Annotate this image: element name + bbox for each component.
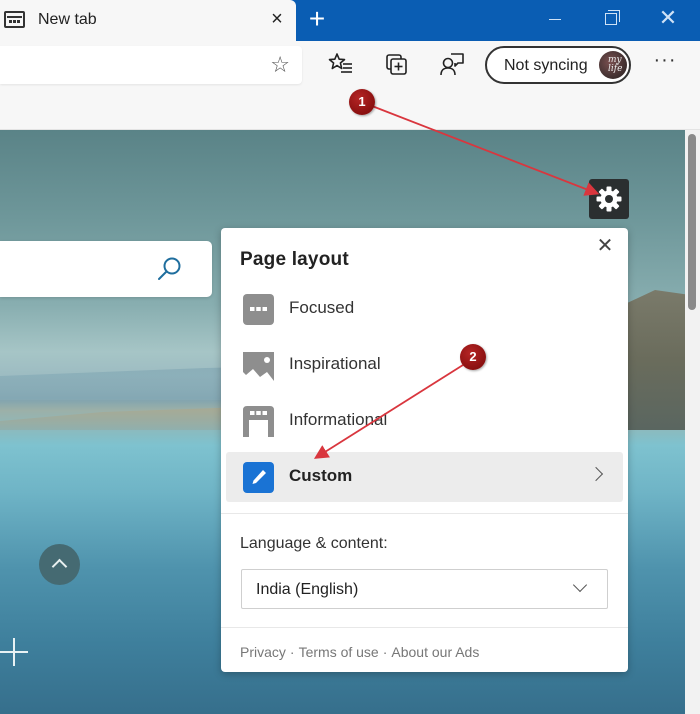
web-search-input[interactable] [0, 241, 212, 297]
chevron-right-icon [588, 466, 604, 482]
address-bar[interactable]: ☆ [0, 46, 302, 84]
informational-layout-icon [243, 406, 274, 437]
minimize-button[interactable] [532, 0, 578, 36]
add-favorite-icon[interactable]: ☆ [270, 52, 290, 78]
more-options-button[interactable]: ··· [650, 50, 680, 77]
layout-option-informational[interactable]: Informational [226, 396, 623, 446]
favorites-icon [328, 53, 352, 73]
feedback-button[interactable] [439, 51, 465, 77]
divider [221, 513, 628, 514]
chevron-down-icon [572, 577, 588, 593]
about-ads-link[interactable]: About our Ads [391, 644, 479, 660]
window-close-button[interactable]: ✕ [645, 0, 691, 36]
layout-option-label: Inspirational [289, 354, 381, 373]
title-bar: New tab × + ✕ [0, 0, 700, 41]
add-shortcut-button[interactable] [0, 638, 30, 668]
tab-title: New tab [38, 11, 97, 28]
browser-window: New tab × + ✕ ☆ Not syncing my life ··· … [0, 0, 700, 714]
panel-title: Page layout [240, 249, 349, 270]
sync-status-label: Not syncing [504, 57, 588, 74]
language-content-label: Language & content: [240, 535, 388, 552]
gear-icon [596, 186, 622, 212]
layout-option-label: Custom [289, 466, 353, 485]
layout-option-label: Informational [289, 410, 388, 429]
layout-option-custom[interactable]: Custom [226, 452, 623, 502]
tab-new-tab[interactable]: New tab × [0, 0, 296, 41]
focused-layout-icon [243, 294, 274, 325]
new-tab-button[interactable]: + [303, 4, 331, 36]
separator: · [382, 644, 388, 660]
search-icon[interactable] [155, 255, 183, 283]
avatar: my life [599, 51, 627, 79]
collections-button[interactable] [384, 51, 410, 77]
panel-close-button[interactable]: ✕ [594, 235, 616, 257]
pencil-icon [243, 462, 274, 493]
restore-icon [605, 10, 620, 26]
footer-links: Privacy · Terms of use · About our Ads [240, 644, 479, 660]
background-island [625, 290, 685, 430]
profile-sync-button[interactable]: Not syncing my life [485, 46, 631, 84]
separator: · [289, 644, 295, 660]
page-scrollbar[interactable] [685, 130, 700, 714]
feedback-icon [440, 53, 464, 76]
collections-icon [386, 54, 407, 75]
restore-button[interactable] [588, 0, 634, 36]
page-layout-panel: ✕ Page layout Focused Inspirational Info… [221, 228, 628, 672]
favorites-button[interactable] [328, 51, 354, 77]
scrollbar-thumb[interactable] [688, 134, 696, 310]
privacy-link[interactable]: Privacy [240, 644, 286, 660]
divider [221, 627, 628, 628]
layout-option-focused[interactable]: Focused [226, 284, 623, 334]
annotation-badge-2: 2 [460, 344, 486, 370]
new-tab-page-icon [4, 11, 25, 28]
language-select-value: India (English) [256, 581, 359, 598]
minimize-icon [549, 18, 561, 20]
layout-option-label: Focused [289, 298, 355, 317]
scroll-up-button[interactable] [39, 544, 80, 585]
inspirational-layout-icon [243, 352, 274, 381]
tab-close-button[interactable]: × [266, 7, 288, 31]
toolbar: ☆ Not syncing my life ··· [0, 41, 700, 91]
layout-option-inspirational[interactable]: Inspirational [226, 340, 623, 390]
language-select[interactable]: India (English) [241, 569, 608, 609]
annotation-badge-1: 1 [349, 89, 375, 115]
terms-of-use-link[interactable]: Terms of use [299, 644, 379, 660]
page-settings-button[interactable] [589, 179, 629, 219]
